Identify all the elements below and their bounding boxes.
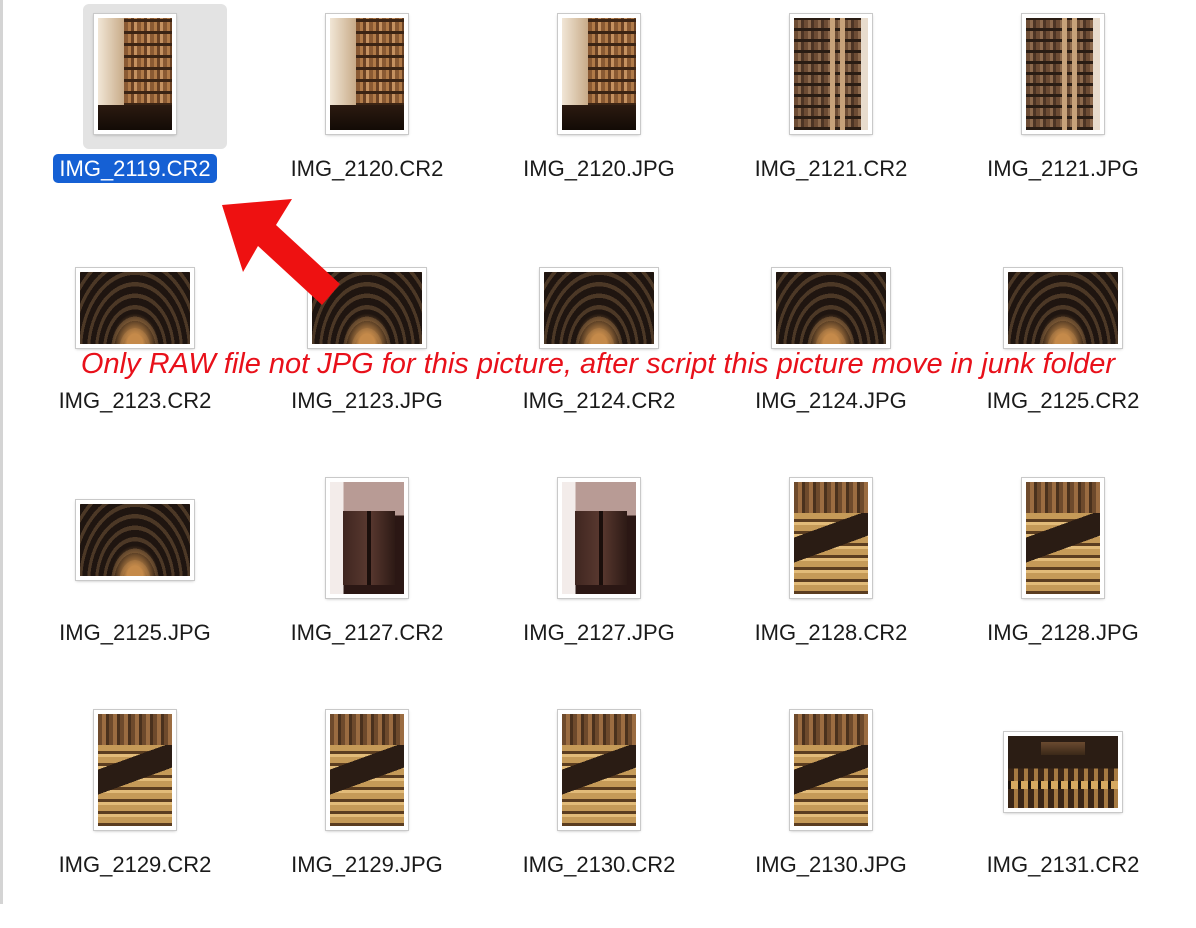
annotation-arrow-icon — [222, 199, 340, 305]
annotation-arrow-shape — [222, 199, 340, 305]
annotation-text: Only RAW file not JPG for this picture, … — [80, 348, 1116, 380]
